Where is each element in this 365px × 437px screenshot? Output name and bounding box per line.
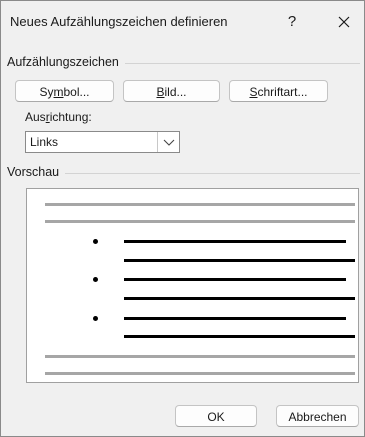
dialog-title: Neues Aufzählungszeichen definieren xyxy=(10,14,228,29)
define-bullet-dialog: Neues Aufzählungszeichen definieren ? Au… xyxy=(0,0,365,437)
preview-black-line xyxy=(124,259,355,262)
preview-pane xyxy=(26,188,359,383)
alignment-label: Ausrichtung: xyxy=(25,110,92,124)
help-button[interactable]: ? xyxy=(280,9,304,35)
picture-button-label: Bild... xyxy=(156,85,187,99)
preview-black-line xyxy=(124,278,346,281)
preview-gray-line xyxy=(45,203,355,206)
alignment-select-value: Links xyxy=(30,135,59,149)
symbol-button-label: Symbol... xyxy=(39,85,90,99)
alignment-select[interactable]: Links xyxy=(25,131,180,153)
preview-bullet xyxy=(93,316,98,321)
font-button[interactable]: Schriftart... xyxy=(229,80,328,102)
symbol-accelerator: m xyxy=(53,85,64,99)
close-icon xyxy=(338,16,350,28)
preview-gray-line xyxy=(45,220,355,223)
bullet-group-label: Aufzählungszeichen xyxy=(7,55,125,69)
preview-black-line xyxy=(124,240,346,243)
ok-button[interactable]: OK xyxy=(175,405,257,427)
preview-bullet xyxy=(93,277,98,282)
picture-button[interactable]: Bild... xyxy=(123,80,220,102)
alignment-dropdown-button[interactable] xyxy=(157,132,179,152)
preview-bullet xyxy=(93,239,98,244)
cancel-button[interactable]: Abbrechen xyxy=(276,405,359,427)
title-bar: Neues Aufzählungszeichen definieren ? xyxy=(1,1,364,45)
font-button-label: Schriftart... xyxy=(249,85,308,99)
alignment-accelerator: r xyxy=(45,110,50,124)
close-button[interactable] xyxy=(331,9,357,35)
preview-gray-line xyxy=(45,372,355,375)
symbol-button[interactable]: Symbol... xyxy=(15,80,114,102)
preview-gray-line xyxy=(45,355,355,358)
chevron-down-icon xyxy=(163,139,175,146)
preview-black-line xyxy=(124,317,346,320)
preview-black-line xyxy=(124,335,355,338)
font-accelerator: S xyxy=(249,85,258,99)
preview-group-label: Vorschau xyxy=(7,165,66,179)
picture-accelerator: B xyxy=(156,85,165,99)
preview-black-line xyxy=(124,297,355,300)
